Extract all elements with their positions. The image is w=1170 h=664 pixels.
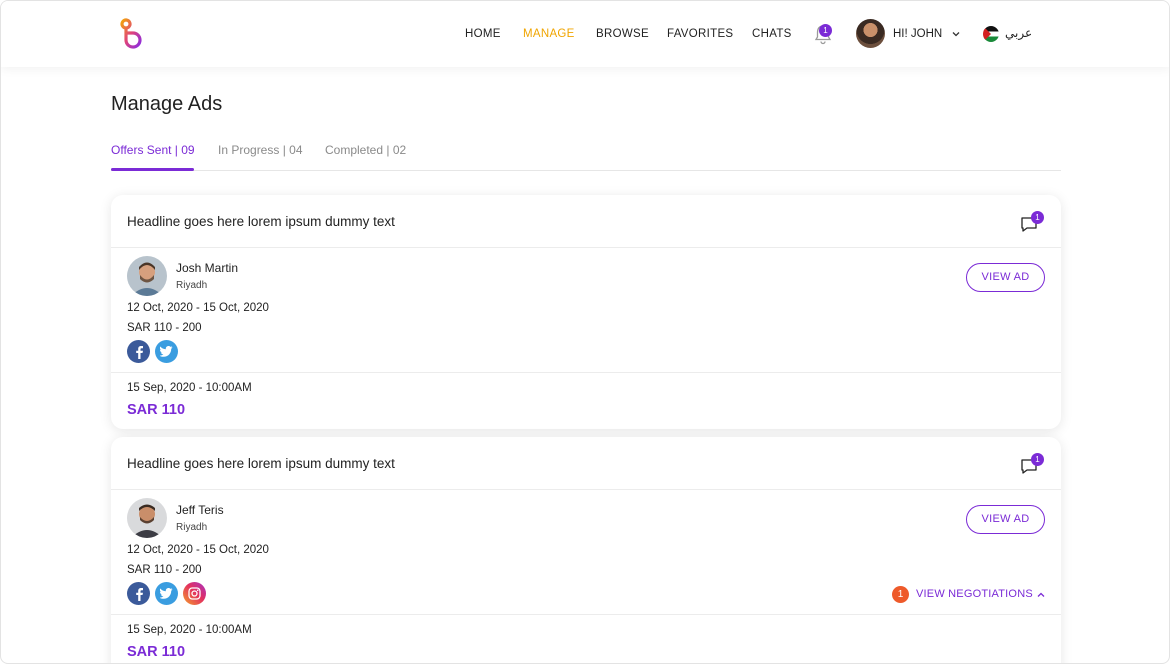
notification-badge: 1: [819, 24, 832, 37]
view-ad-button[interactable]: VIEW AD: [966, 263, 1045, 292]
facebook-icon[interactable]: [127, 582, 150, 605]
nav-favorites[interactable]: FAVORITES: [667, 28, 733, 40]
view-ad-button[interactable]: VIEW AD: [966, 505, 1045, 534]
person-city: Riyadh: [176, 280, 208, 291]
card-divider: [111, 614, 1061, 615]
offer-price: SAR 110: [127, 402, 186, 418]
person-city: Riyadh: [176, 522, 208, 533]
chat-badge: 1: [1031, 453, 1044, 466]
card-divider: [111, 372, 1061, 373]
ad-card: Headline goes here lorem ipsum dummy tex…: [111, 195, 1061, 429]
person-photo-icon: [127, 256, 167, 296]
person-name: Josh Martin: [176, 261, 239, 275]
user-avatar[interactable]: [856, 19, 885, 48]
avatar: [127, 498, 167, 538]
twitter-icon[interactable]: [155, 340, 178, 363]
nav-manage[interactable]: MANAGE: [523, 28, 575, 40]
person-name: Jeff Teris: [176, 503, 224, 517]
instagram-icon[interactable]: [183, 582, 206, 605]
app-frame: HOME MANAGE BROWSE FAVORITES CHATS 1 HI!…: [0, 0, 1170, 664]
chat-badge: 1: [1031, 211, 1044, 224]
tab-offers-sent[interactable]: Offers Sent | 09: [111, 143, 195, 157]
offer-price: SAR 110: [127, 644, 186, 660]
facebook-icon[interactable]: [127, 340, 150, 363]
twitter-icon[interactable]: [155, 582, 178, 605]
tabs-bar: Offers Sent | 09 In Progress | 04 Comple…: [111, 143, 1061, 171]
chevron-down-icon[interactable]: [952, 30, 960, 38]
avatar: [127, 256, 167, 296]
offer-timestamp: 15 Sep, 2020 - 10:00AM: [127, 382, 252, 394]
tab-completed[interactable]: Completed | 02: [325, 143, 406, 157]
person-photo-icon: [127, 498, 167, 538]
nav-home[interactable]: HOME: [465, 28, 501, 40]
page-title: Manage Ads: [111, 93, 223, 115]
card-header: Headline goes here lorem ipsum dummy tex…: [111, 437, 1061, 490]
card-headline: Headline goes here lorem ipsum dummy tex…: [127, 456, 395, 471]
social-links: [127, 340, 178, 363]
user-greeting[interactable]: HI! JOHN: [893, 28, 942, 40]
chevron-up-icon[interactable]: [1037, 591, 1045, 599]
top-header: HOME MANAGE BROWSE FAVORITES CHATS 1 HI!…: [1, 1, 1169, 67]
date-range: 12 Oct, 2020 - 15 Oct, 2020: [127, 302, 269, 314]
brand-logo-icon[interactable]: [117, 16, 149, 50]
price-range: SAR 110 - 200: [127, 322, 202, 334]
offer-timestamp: 15 Sep, 2020 - 10:00AM: [127, 624, 252, 636]
flag-icon[interactable]: [983, 26, 999, 42]
nav-browse[interactable]: BROWSE: [596, 28, 649, 40]
tab-in-progress[interactable]: In Progress | 04: [218, 143, 303, 157]
active-tab-indicator: [111, 168, 194, 171]
view-negotiations-link[interactable]: VIEW NEGOTIATIONS: [916, 588, 1033, 600]
language-switch[interactable]: عربي: [1005, 26, 1032, 40]
social-links: [127, 582, 206, 605]
card-header: Headline goes here lorem ipsum dummy tex…: [111, 195, 1061, 248]
card-headline: Headline goes here lorem ipsum dummy tex…: [127, 214, 395, 229]
date-range: 12 Oct, 2020 - 15 Oct, 2020: [127, 544, 269, 556]
ad-card: Headline goes here lorem ipsum dummy tex…: [111, 437, 1061, 663]
negotiation-count-badge: 1: [892, 586, 909, 603]
price-range: SAR 110 - 200: [127, 564, 202, 576]
nav-chats[interactable]: CHATS: [752, 28, 792, 40]
